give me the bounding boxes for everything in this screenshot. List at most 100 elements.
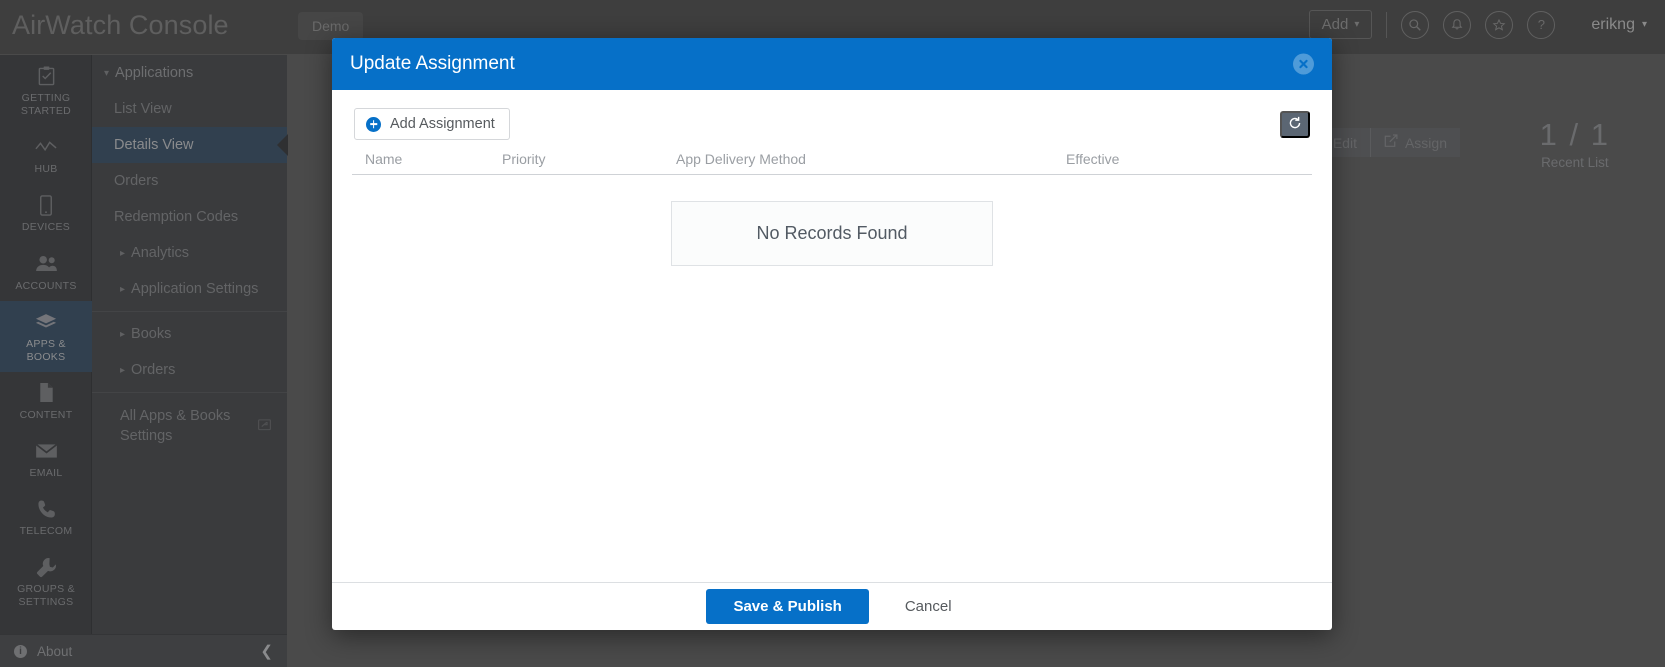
nav-item-label: Application Settings	[131, 281, 259, 297]
rail-item-content[interactable]: CONTENT	[0, 372, 92, 430]
trend-line-icon	[35, 136, 57, 158]
rail-item-label: ACCOUNTS	[15, 279, 77, 292]
clipboard-check-icon	[37, 65, 56, 87]
user-menu-label: erikng	[1591, 15, 1635, 33]
column-header-priority[interactable]: Priority	[502, 151, 676, 167]
chevron-left-icon[interactable]: ❮	[260, 642, 273, 660]
add-assignment-button[interactable]: Add Assignment	[354, 108, 510, 140]
nav-item-label: List View	[114, 101, 172, 117]
app-brand-title: AirWatch Console	[12, 10, 229, 40]
nav-group-orders[interactable]: ▸ Orders	[92, 352, 287, 388]
chevron-right-icon: ▸	[120, 283, 126, 295]
dialog-toolbar: Add Assignment	[352, 108, 1312, 151]
rail-item-getting-started[interactable]: GETTING STARTED	[0, 55, 92, 126]
application-window: AirWatch Console Demo Add ▾ ? erikng ▾ G…	[0, 0, 1665, 667]
top-bar-right-group: Add ▾ ? erikng ▾	[1308, 10, 1647, 39]
info-icon: i	[14, 644, 27, 658]
rail-item-telecom[interactable]: TELECOM	[0, 488, 92, 546]
nav-item-label: All Apps & Books Settings	[120, 408, 231, 444]
rail-item-groups-and-settings[interactable]: GROUPS & SETTINGS	[0, 546, 92, 617]
column-header-effective[interactable]: Effective	[1066, 151, 1312, 167]
chevron-down-icon: ▾	[1641, 19, 1647, 30]
envelope-icon	[35, 440, 58, 462]
rail-item-label: DEVICES	[21, 221, 71, 234]
cancel-button[interactable]: Cancel	[899, 589, 958, 624]
nav-group-label: Books	[131, 326, 172, 342]
nav-group-books[interactable]: ▸ Books	[92, 316, 287, 352]
nav-group-applications[interactable]: ▾ Applications	[92, 55, 287, 91]
nav-group-label: Applications	[115, 65, 194, 81]
rail-item-devices[interactable]: DEVICES	[0, 184, 92, 242]
chevron-right-icon: ▸	[120, 328, 126, 340]
close-icon[interactable]	[1293, 53, 1314, 75]
nav-item-analytics[interactable]: ▸ Analytics	[92, 235, 287, 271]
chevron-right-icon: ▸	[120, 364, 126, 376]
user-menu[interactable]: erikng ▾	[1591, 16, 1647, 34]
toolbar-divider	[1386, 11, 1388, 38]
save-and-publish-button[interactable]: Save & Publish	[706, 589, 869, 624]
add-button-label: Add	[1321, 16, 1349, 33]
update-assignment-dialog: Update Assignment Add Assignment Name Pr…	[332, 38, 1332, 630]
nav-item-label: Redemption Codes	[114, 209, 239, 225]
rail-item-apps-and-books[interactable]: APPS & BOOKS	[0, 300, 92, 372]
chevron-down-icon: ▾	[104, 67, 110, 79]
nav-item-orders[interactable]: Orders	[92, 163, 287, 199]
nav-item-details-view[interactable]: Details View	[92, 127, 287, 163]
dialog-header: Update Assignment	[332, 38, 1332, 90]
record-count-label: Recent List	[1541, 155, 1609, 170]
nav-item-redemption-codes[interactable]: Redemption Codes	[92, 199, 287, 235]
add-assignment-label: Add Assignment	[390, 116, 495, 132]
refresh-icon	[1288, 116, 1302, 133]
rail-item-accounts[interactable]: ACCOUNTS	[0, 243, 92, 301]
assign-button-label: Assign	[1404, 134, 1447, 151]
help-icon-glyph: ?	[1537, 17, 1545, 32]
rail-item-label: TELECOM	[19, 525, 73, 538]
phone-icon	[37, 498, 56, 520]
rail-item-label: EMAIL	[29, 467, 63, 479]
chevron-down-icon: ▾	[1354, 19, 1360, 30]
add-button[interactable]: Add ▾	[1308, 10, 1373, 39]
about-bar[interactable]: i About ❮	[0, 634, 287, 667]
secondary-nav-panel: ▾ Applications List View Details View Or…	[92, 55, 287, 634]
mobile-device-icon	[39, 194, 53, 216]
rail-item-label: GROUPS & SETTINGS	[17, 583, 75, 609]
assignments-table-header: Name Priority App Delivery Method Effect…	[352, 151, 1312, 175]
bell-icon[interactable]	[1443, 10, 1472, 39]
refresh-button[interactable]	[1280, 110, 1310, 138]
nav-divider	[92, 392, 287, 393]
rail-item-label: CONTENT	[19, 408, 73, 421]
search-icon[interactable]	[1401, 10, 1430, 39]
nav-item-all-apps-books-settings[interactable]: All Apps & Books Settings	[92, 397, 287, 456]
document-icon	[38, 382, 54, 404]
empty-state-message: No Records Found	[671, 201, 993, 266]
wrench-icon	[36, 556, 57, 578]
nav-divider	[92, 311, 287, 312]
external-window-icon	[258, 417, 271, 437]
layers-icon	[35, 311, 57, 333]
assign-icon	[1384, 134, 1398, 151]
rail-item-label: HUB	[34, 163, 58, 176]
rail-item-label: GETTING STARTED	[20, 92, 72, 118]
dialog-footer: Save & Publish Cancel	[332, 582, 1332, 630]
dialog-body: Add Assignment Name Priority App Deliver…	[332, 90, 1332, 582]
rail-item-label: APPS & BOOKS	[26, 337, 66, 363]
nav-item-application-settings[interactable]: ▸ Application Settings	[92, 271, 287, 307]
edit-button-label: Edit	[1332, 134, 1357, 151]
nav-group-label: Orders	[131, 362, 176, 378]
record-count-value: 1 / 1	[1539, 117, 1610, 152]
chevron-right-icon: ▸	[120, 247, 126, 259]
column-header-app-delivery-method[interactable]: App Delivery Method	[676, 151, 1066, 167]
dialog-title: Update Assignment	[350, 53, 515, 74]
assign-button[interactable]: Assign	[1369, 128, 1460, 157]
nav-item-list-view[interactable]: List View	[92, 91, 287, 127]
column-header-name[interactable]: Name	[352, 151, 502, 167]
rail-item-email[interactable]: EMAIL	[0, 430, 92, 488]
rail-item-hub[interactable]: HUB	[0, 126, 92, 184]
nav-item-label: Orders	[114, 173, 159, 189]
environment-tab-demo[interactable]: Demo	[298, 12, 364, 40]
help-icon[interactable]: ?	[1527, 10, 1556, 39]
users-icon	[35, 253, 58, 275]
nav-item-label: Details View	[114, 137, 194, 153]
star-icon[interactable]	[1485, 10, 1514, 39]
about-label: About	[37, 643, 73, 659]
